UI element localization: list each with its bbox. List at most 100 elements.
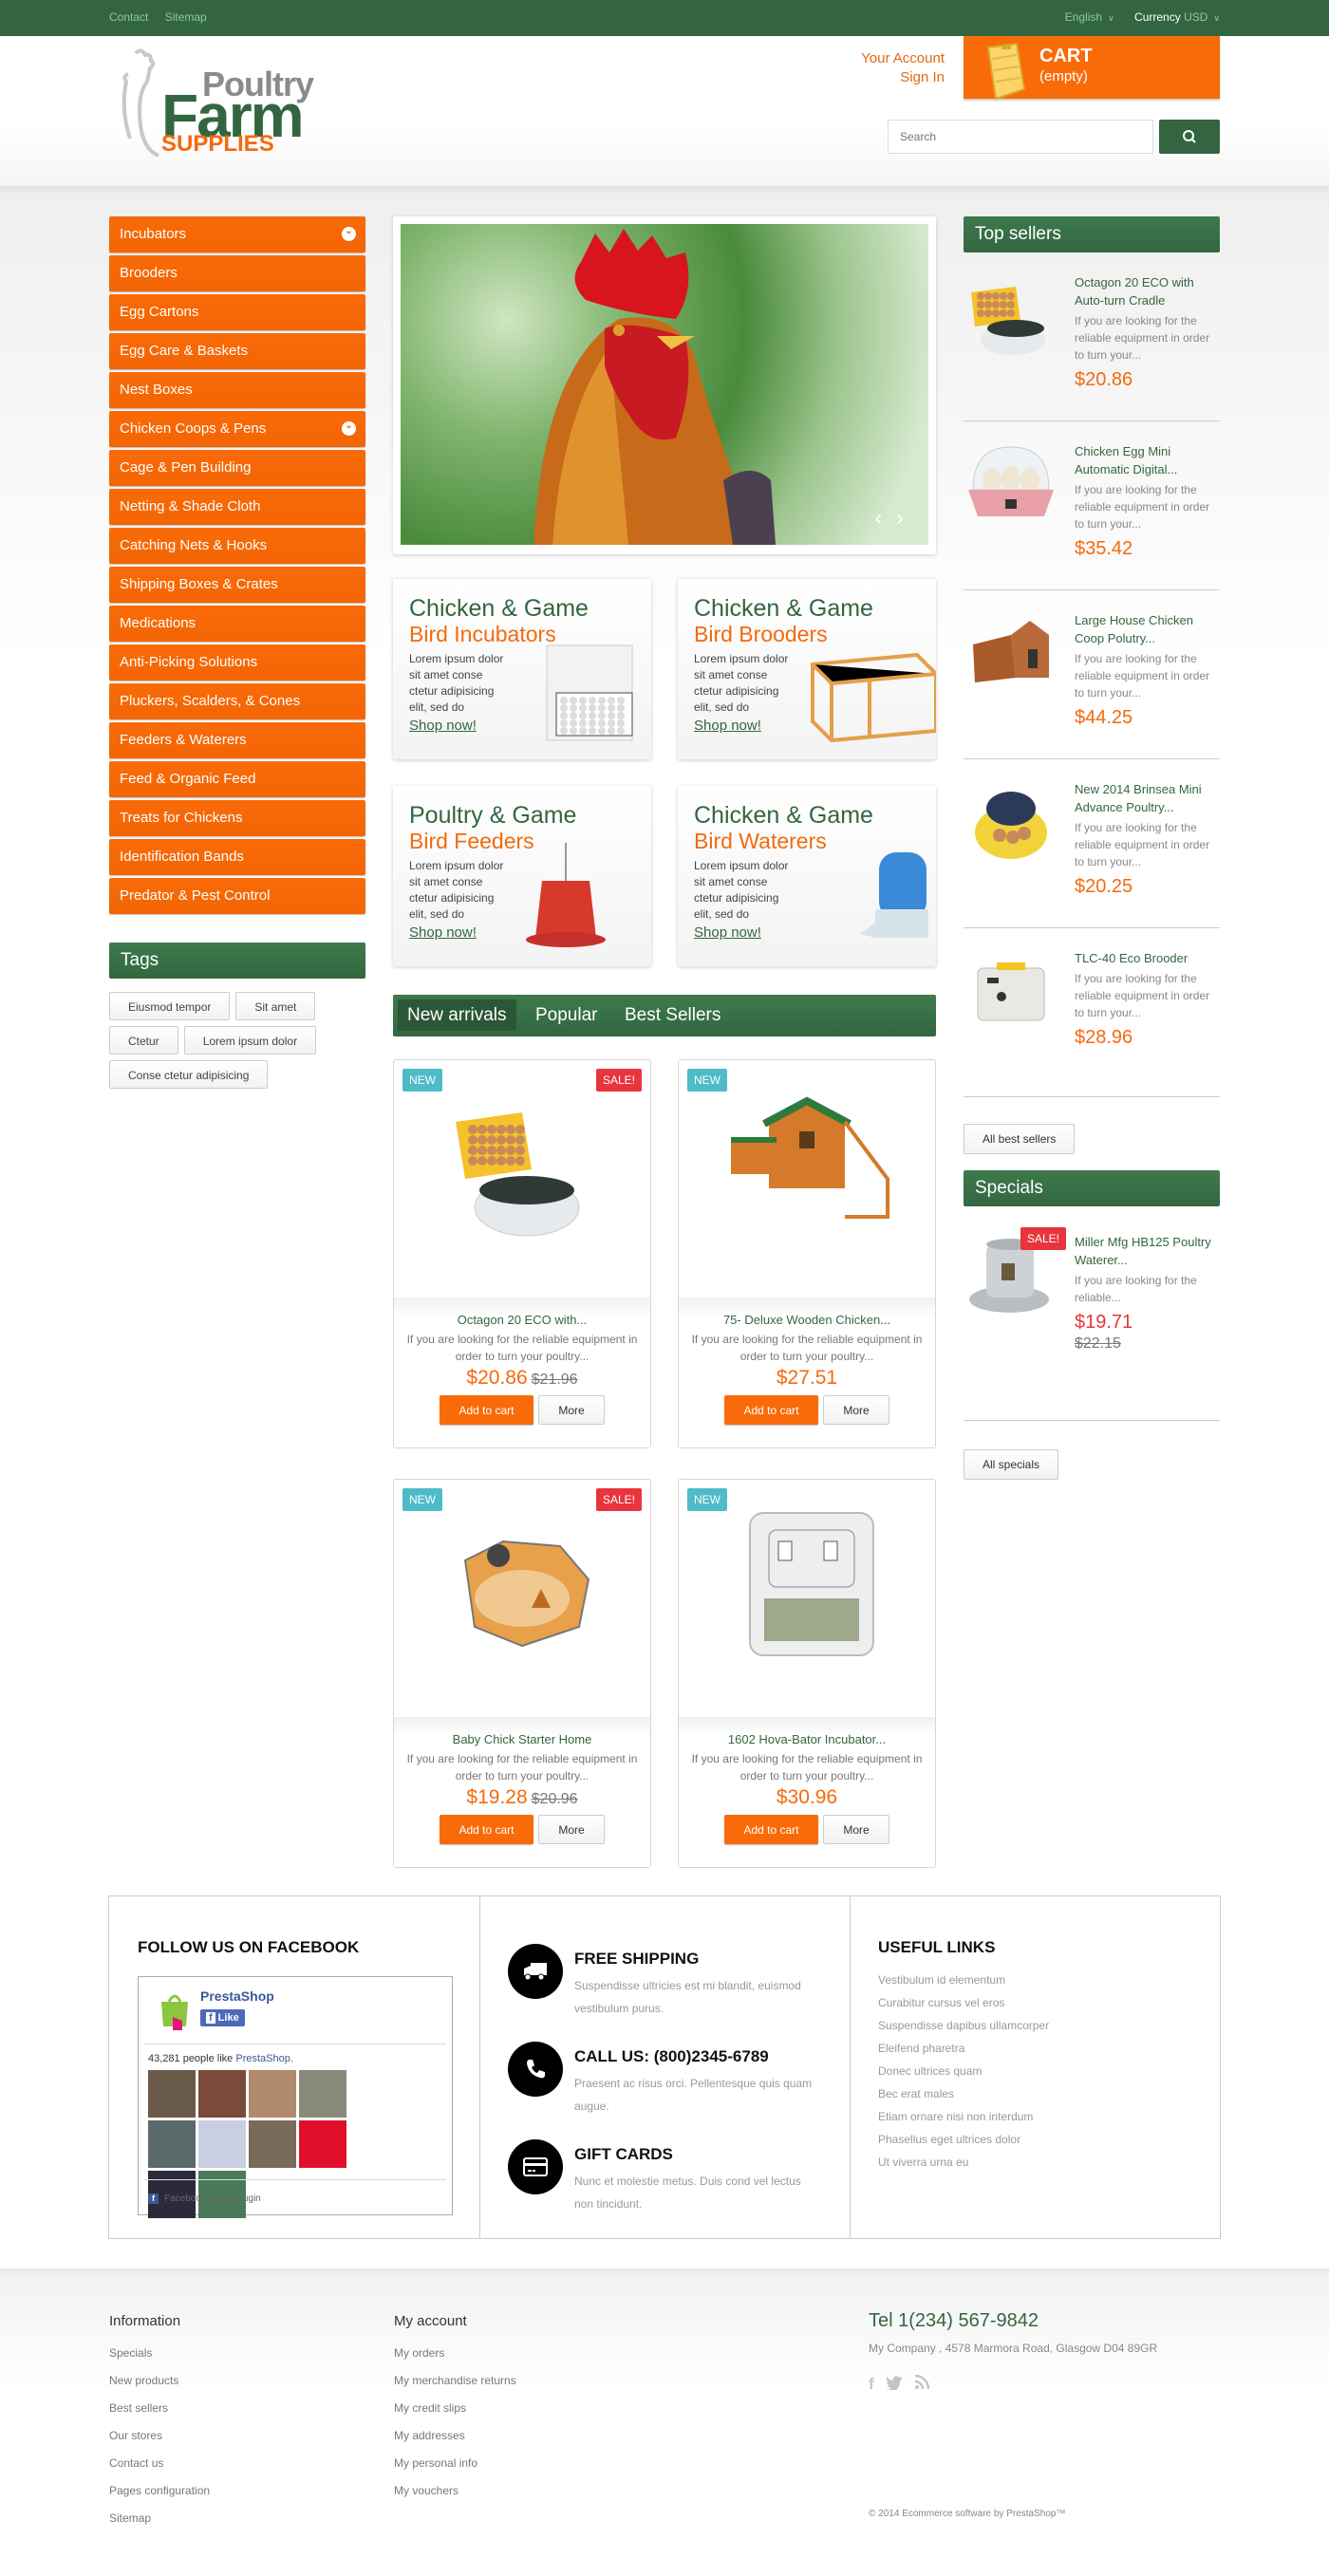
product-image[interactable] — [964, 949, 1058, 1044]
sidebar-item-category[interactable]: Egg Care & Baskets — [109, 333, 365, 369]
useful-link[interactable]: Phasellus eget ultrices dolor — [878, 2128, 1049, 2151]
promo-banner[interactable]: Chicken & Game Bird Waterers Lorem ipsum d… — [678, 786, 936, 966]
product-name[interactable]: Chicken Egg Mini Automatic Digital... — [1075, 442, 1217, 478]
facebook-fan-avatar[interactable] — [299, 2120, 346, 2168]
sidebar-item-category[interactable]: Brooders — [109, 255, 365, 291]
top-seller-item[interactable]: Large House Chicken Coop Polutry... If yo… — [964, 590, 1220, 759]
your-account-link[interactable]: Your Account — [861, 50, 945, 66]
facebook-fan-avatar[interactable] — [249, 2070, 296, 2118]
facebook-fan-avatar[interactable] — [198, 2120, 246, 2168]
facebook-fan-avatar[interactable] — [249, 2120, 296, 2168]
logo[interactable]: Poultry Farm SUPPLIES — [109, 46, 337, 169]
all-best-sellers-button[interactable]: All best sellers — [964, 1124, 1076, 1154]
footer-link[interactable]: Specials — [109, 2340, 210, 2367]
useful-link[interactable]: Curabitur cursus vel eros — [878, 1991, 1049, 2014]
search-input[interactable] — [888, 120, 1153, 154]
tag-link[interactable]: Eiusmod tempor — [109, 992, 231, 1020]
product-name[interactable]: TLC-40 Eco Brooder — [1075, 949, 1217, 967]
shop-now-link[interactable]: Shop now! — [694, 924, 761, 941]
special-item[interactable]: SALE! Miller Mfg HB125 Poultry Waterer..… — [964, 1206, 1220, 1421]
facebook-icon[interactable]: f — [869, 2375, 874, 2394]
facebook-fan-avatar[interactable] — [148, 2070, 196, 2118]
more-button[interactable]: More — [823, 1395, 889, 1425]
sidebar-item-category[interactable]: Netting & Shade Cloth — [109, 489, 365, 525]
shop-now-link[interactable]: Shop now! — [409, 924, 477, 941]
product-image[interactable] — [964, 780, 1058, 875]
sign-in-link[interactable]: Sign In — [900, 69, 945, 85]
footer-link[interactable]: My vouchers — [394, 2477, 516, 2505]
all-specials-button[interactable]: All specials — [964, 1449, 1059, 1480]
product-image[interactable] — [964, 611, 1058, 706]
facebook-fan-avatar[interactable] — [299, 2070, 346, 2118]
product-name[interactable]: Octagon 20 ECO with... — [394, 1313, 650, 1327]
promo-banner[interactable]: Poultry & Game Bird Feeders Lorem ipsum do… — [393, 786, 651, 966]
promo-banner[interactable]: Chicken & Game Bird Brooders Lorem ipsum d… — [678, 579, 936, 759]
chevron-down-icon[interactable]: ⌄ — [342, 227, 356, 241]
sidebar-item-category[interactable]: Pluckers, Scalders, & Cones — [109, 683, 365, 719]
footer-link[interactable]: Pages configuration — [109, 2477, 210, 2505]
useful-link[interactable]: Ut viverra urna eu — [878, 2151, 1049, 2174]
cart-button[interactable]: CART (empty) — [964, 36, 1220, 101]
product-name[interactable]: 75- Deluxe Wooden Chicken... — [679, 1313, 935, 1327]
tag-link[interactable]: Ctetur — [109, 1026, 178, 1055]
chevron-down-icon[interactable]: ⌄ — [342, 421, 356, 436]
top-seller-item[interactable]: TLC-40 Eco Brooder If you are looking for… — [964, 928, 1220, 1097]
footer-link[interactable]: My credit slips — [394, 2395, 516, 2422]
add-to-cart-button[interactable]: Add to cart — [440, 1395, 533, 1425]
language-selector[interactable]: English ∨ — [1065, 10, 1114, 24]
product-name[interactable]: Octagon 20 ECO with Auto-turn Cradle — [1075, 273, 1217, 309]
search-button[interactable] — [1159, 120, 1220, 154]
more-button[interactable]: More — [823, 1815, 889, 1844]
product-image[interactable] — [964, 273, 1058, 368]
sidebar-item-category[interactable]: Incubators ⌄ — [109, 216, 365, 252]
footer-link[interactable]: My addresses — [394, 2422, 516, 2450]
product-image[interactable] — [964, 442, 1058, 537]
product-name[interactable]: 1602 Hova-Bator Incubator... — [679, 1732, 935, 1746]
sidebar-item-category[interactable]: Feed & Organic Feed — [109, 761, 365, 797]
sidebar-item-category[interactable]: Anti-Picking Solutions — [109, 644, 365, 681]
slider-prev-button[interactable]: ‹ — [874, 505, 886, 531]
sidebar-item-category[interactable]: Shipping Boxes & Crates — [109, 567, 365, 603]
footer-link[interactable]: My merchandise returns — [394, 2367, 516, 2395]
slider-next-button[interactable]: › — [896, 505, 908, 531]
tag-link[interactable]: Lorem ipsum dolor — [183, 1026, 317, 1055]
product-name[interactable]: Large House Chicken Coop Polutry... — [1075, 611, 1217, 647]
sidebar-item-category[interactable]: Nest Boxes — [109, 372, 365, 408]
footer-link[interactable]: Our stores — [109, 2422, 210, 2450]
footer-link[interactable]: Contact us — [109, 2450, 210, 2477]
more-button[interactable]: More — [538, 1395, 605, 1425]
useful-link[interactable]: Etiam ornare nisi non interdum — [878, 2105, 1049, 2128]
sidebar-item-category[interactable]: Egg Cartons — [109, 294, 365, 330]
sidebar-item-category[interactable]: Catching Nets & Hooks — [109, 528, 365, 564]
facebook-fan-avatar[interactable] — [198, 2070, 246, 2118]
sidebar-item-category[interactable]: Feeders & Waterers — [109, 722, 365, 758]
tag-link[interactable]: Conse ctetur adipisicing — [109, 1060, 269, 1089]
add-to-cart-button[interactable]: Add to cart — [724, 1395, 818, 1425]
tab-best-sellers[interactable]: Best Sellers — [615, 999, 730, 1031]
sidebar-item-category[interactable]: Medications — [109, 606, 365, 642]
footer-link[interactable]: Best sellers — [109, 2395, 210, 2422]
shop-now-link[interactable]: Shop now! — [694, 718, 761, 734]
product-image[interactable]: NEW SALE! — [394, 1060, 650, 1297]
product-image[interactable]: NEW — [679, 1060, 935, 1297]
facebook-like-button[interactable]: f Like — [200, 2009, 245, 2026]
top-seller-item[interactable]: Chicken Egg Mini Automatic Digital... If … — [964, 421, 1220, 590]
sidebar-item-category[interactable]: Treats for Chickens — [109, 800, 365, 836]
useful-link[interactable]: Suspendisse dapibus ullamcorper — [878, 2014, 1049, 2037]
promo-banner[interactable]: Chicken & Game Bird Incubators Lorem ipsum… — [393, 579, 651, 759]
top-seller-item[interactable]: New 2014 Brinsea Mini Advance Poultry...… — [964, 759, 1220, 928]
more-button[interactable]: More — [538, 1815, 605, 1844]
useful-link[interactable]: Eleifend pharetra — [878, 2037, 1049, 2060]
add-to-cart-button[interactable]: Add to cart — [440, 1815, 533, 1844]
currency-selector[interactable]: Currency USD ∨ — [1134, 10, 1220, 24]
product-name[interactable]: Baby Chick Starter Home — [394, 1732, 650, 1746]
product-image[interactable]: NEW — [679, 1480, 935, 1717]
useful-link[interactable]: Vestibulum id elementum — [878, 1969, 1049, 1991]
facebook-fan-avatar[interactable] — [148, 2120, 196, 2168]
useful-link[interactable]: Bec erat males — [878, 2082, 1049, 2105]
top-seller-item[interactable]: Octagon 20 ECO with Auto-turn Cradle If y… — [964, 252, 1220, 421]
product-image[interactable]: NEW SALE! — [394, 1480, 650, 1717]
sidebar-item-category[interactable]: Predator & Pest Control — [109, 878, 365, 914]
sidebar-item-category[interactable]: Cage & Pen Building — [109, 450, 365, 486]
shop-now-link[interactable]: Shop now! — [409, 718, 477, 734]
